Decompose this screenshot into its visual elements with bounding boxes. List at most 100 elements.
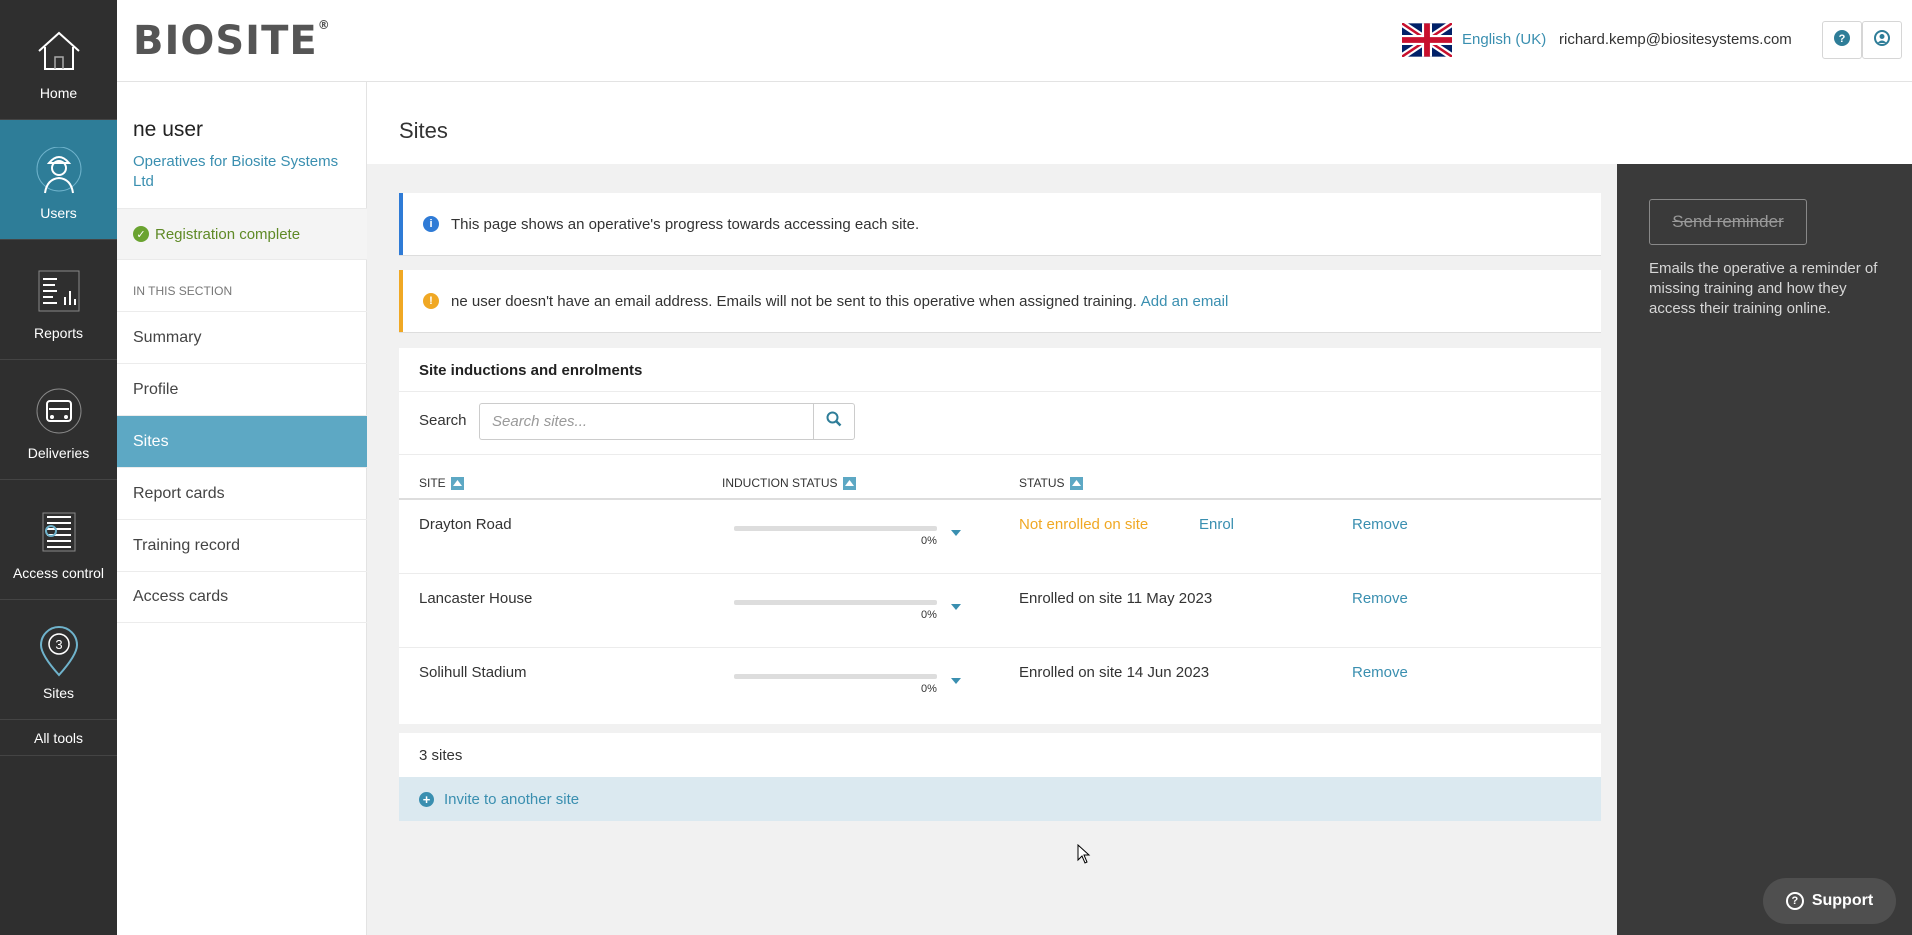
section-sidebar: ne user Operatives for Biosite Systems L… [117,82,367,935]
home-icon [35,27,83,75]
site-count: 3 sites [399,733,1601,777]
rail-item-label: Reports [33,325,84,341]
operative-organisation-link[interactable]: Operatives for Biosite Systems Ltd [133,152,353,192]
app-rail: Home Users Reports Deliveries Access con… [0,0,117,935]
support-button[interactable]: ? Support [1763,878,1896,924]
sites-panel: Site inductions and enrolments Search SI… [399,348,1601,724]
mouse-cursor-icon [1077,843,1091,869]
user-email[interactable]: richard.kemp@biositesystems.com [1559,31,1792,48]
invite-to-site-button[interactable]: + Invite to another site [399,777,1601,821]
rail-item-label: Sites [42,685,75,701]
send-reminder-button[interactable]: Send reminder [1649,199,1807,245]
rail-item-access-control[interactable]: Access control [0,480,117,600]
column-header-site[interactable]: SITE [419,476,464,490]
enrolment-status: Enrolled on site 11 May 2023 [1019,590,1213,607]
check-circle-icon: ✓ [133,226,149,242]
rail-item-label: Deliveries [27,445,90,461]
divider [399,454,1601,455]
sites-badge: 3 [55,637,62,652]
rail-item-label: Users [40,205,77,221]
column-header-induction-status[interactable]: INDUCTION STATUS [722,476,856,490]
sort-up-icon [450,476,464,490]
progress-percent: 0% [921,535,937,547]
nav-item-access-cards[interactable]: Access cards [117,571,367,623]
remove-link[interactable]: Remove [1352,590,1408,607]
support-label: Support [1811,892,1874,909]
induction-progress-bar [734,526,937,531]
induction-progress-bar [734,600,937,605]
induction-progress-bar [734,674,937,679]
enrol-link[interactable]: Enrol [1199,516,1234,533]
rail-item-home[interactable]: Home [0,0,117,120]
column-header-label: STATUS [1019,476,1065,490]
info-alert-text: This page shows an operative's progress … [451,215,920,233]
panel-title: Site inductions and enrolments [419,362,643,379]
search-label: Search [419,412,467,429]
warning-alert: ! ne user doesn't have an email address.… [399,270,1601,332]
all-tools-link[interactable]: All tools [0,720,117,756]
report-icon [35,267,83,315]
sort-up-icon [1069,476,1083,490]
plus-circle-icon: + [419,791,434,807]
info-icon: i [423,216,439,232]
help-icon: ? [1834,29,1850,51]
account-icon [1874,29,1890,51]
site-name: Drayton Road [419,516,512,533]
actions-panel: Send reminder Emails the operative a rem… [1617,164,1912,935]
column-header-status[interactable]: STATUS [1019,476,1083,490]
progress-percent: 0% [921,683,937,695]
invite-label: Invite to another site [444,790,580,808]
progress-percent: 0% [921,609,937,621]
info-alert: i This page shows an operative's progres… [399,193,1601,255]
table-row: Lancaster House 0% Enrolled on site 11 M… [399,574,1601,648]
rail-item-reports[interactable]: Reports [0,240,117,360]
rail-item-sites[interactable]: 3 Sites [0,600,117,720]
top-bar: BIOSITE® English (UK) richard.kemp@biosi… [117,0,1912,82]
table-row: Drayton Road 0% Not enrolled on site Enr… [399,500,1601,574]
rail-item-deliveries[interactable]: Deliveries [0,360,117,480]
question-circle-icon: ? [1785,892,1804,910]
add-email-link[interactable]: Add an email [1141,293,1229,310]
search-button[interactable] [813,403,855,440]
nav-item-report-cards[interactable]: Report cards [117,467,367,519]
nav-item-sites[interactable]: Sites [117,415,367,467]
section-nav: Summary Profile Sites Report cards Train… [117,311,367,623]
help-button[interactable]: ? [1822,21,1862,59]
column-header-label: INDUCTION STATUS [722,476,838,490]
biosite-logo[interactable]: BIOSITE® [133,18,331,64]
warning-alert-text: ne user doesn't have an email address. E… [451,292,1137,310]
truck-icon [35,387,83,435]
logo-text: BIOSITE [133,18,318,64]
logo-registered-mark: ® [317,18,331,32]
rail-item-label: Home [39,85,78,101]
rail-item-label: Access control [12,565,105,581]
site-name: Lancaster House [419,590,533,607]
svg-text:?: ? [1839,33,1846,45]
divider [399,391,1601,392]
search-icon [826,411,842,432]
column-header-label: SITE [419,476,446,490]
registration-status: ✓ Registration complete [117,208,367,260]
remove-link[interactable]: Remove [1352,664,1408,681]
language-selector[interactable]: English (UK) [1462,31,1546,48]
operative-name: ne user [133,118,204,141]
nav-item-training-record[interactable]: Training record [117,519,367,571]
access-control-icon [35,507,83,555]
section-label: IN THIS SECTION [133,284,233,298]
page-title: Sites [399,118,448,143]
uk-flag-icon[interactable] [1400,20,1454,60]
expand-caret-icon[interactable] [951,604,961,610]
site-name: Solihull Stadium [419,664,527,681]
nav-item-summary[interactable]: Summary [117,311,367,363]
sort-up-icon [842,476,856,490]
search-input[interactable] [479,403,813,440]
map-pin-icon: 3 [35,626,83,677]
main-content: i This page shows an operative's progres… [367,164,1617,935]
expand-caret-icon[interactable] [951,678,961,684]
account-button[interactable] [1862,21,1902,59]
remove-link[interactable]: Remove [1352,516,1408,533]
expand-caret-icon[interactable] [951,530,961,536]
enrolment-status: Enrolled on site 14 Jun 2023 [1019,664,1210,681]
nav-item-profile[interactable]: Profile [117,363,367,415]
rail-item-users[interactable]: Users [0,120,117,240]
